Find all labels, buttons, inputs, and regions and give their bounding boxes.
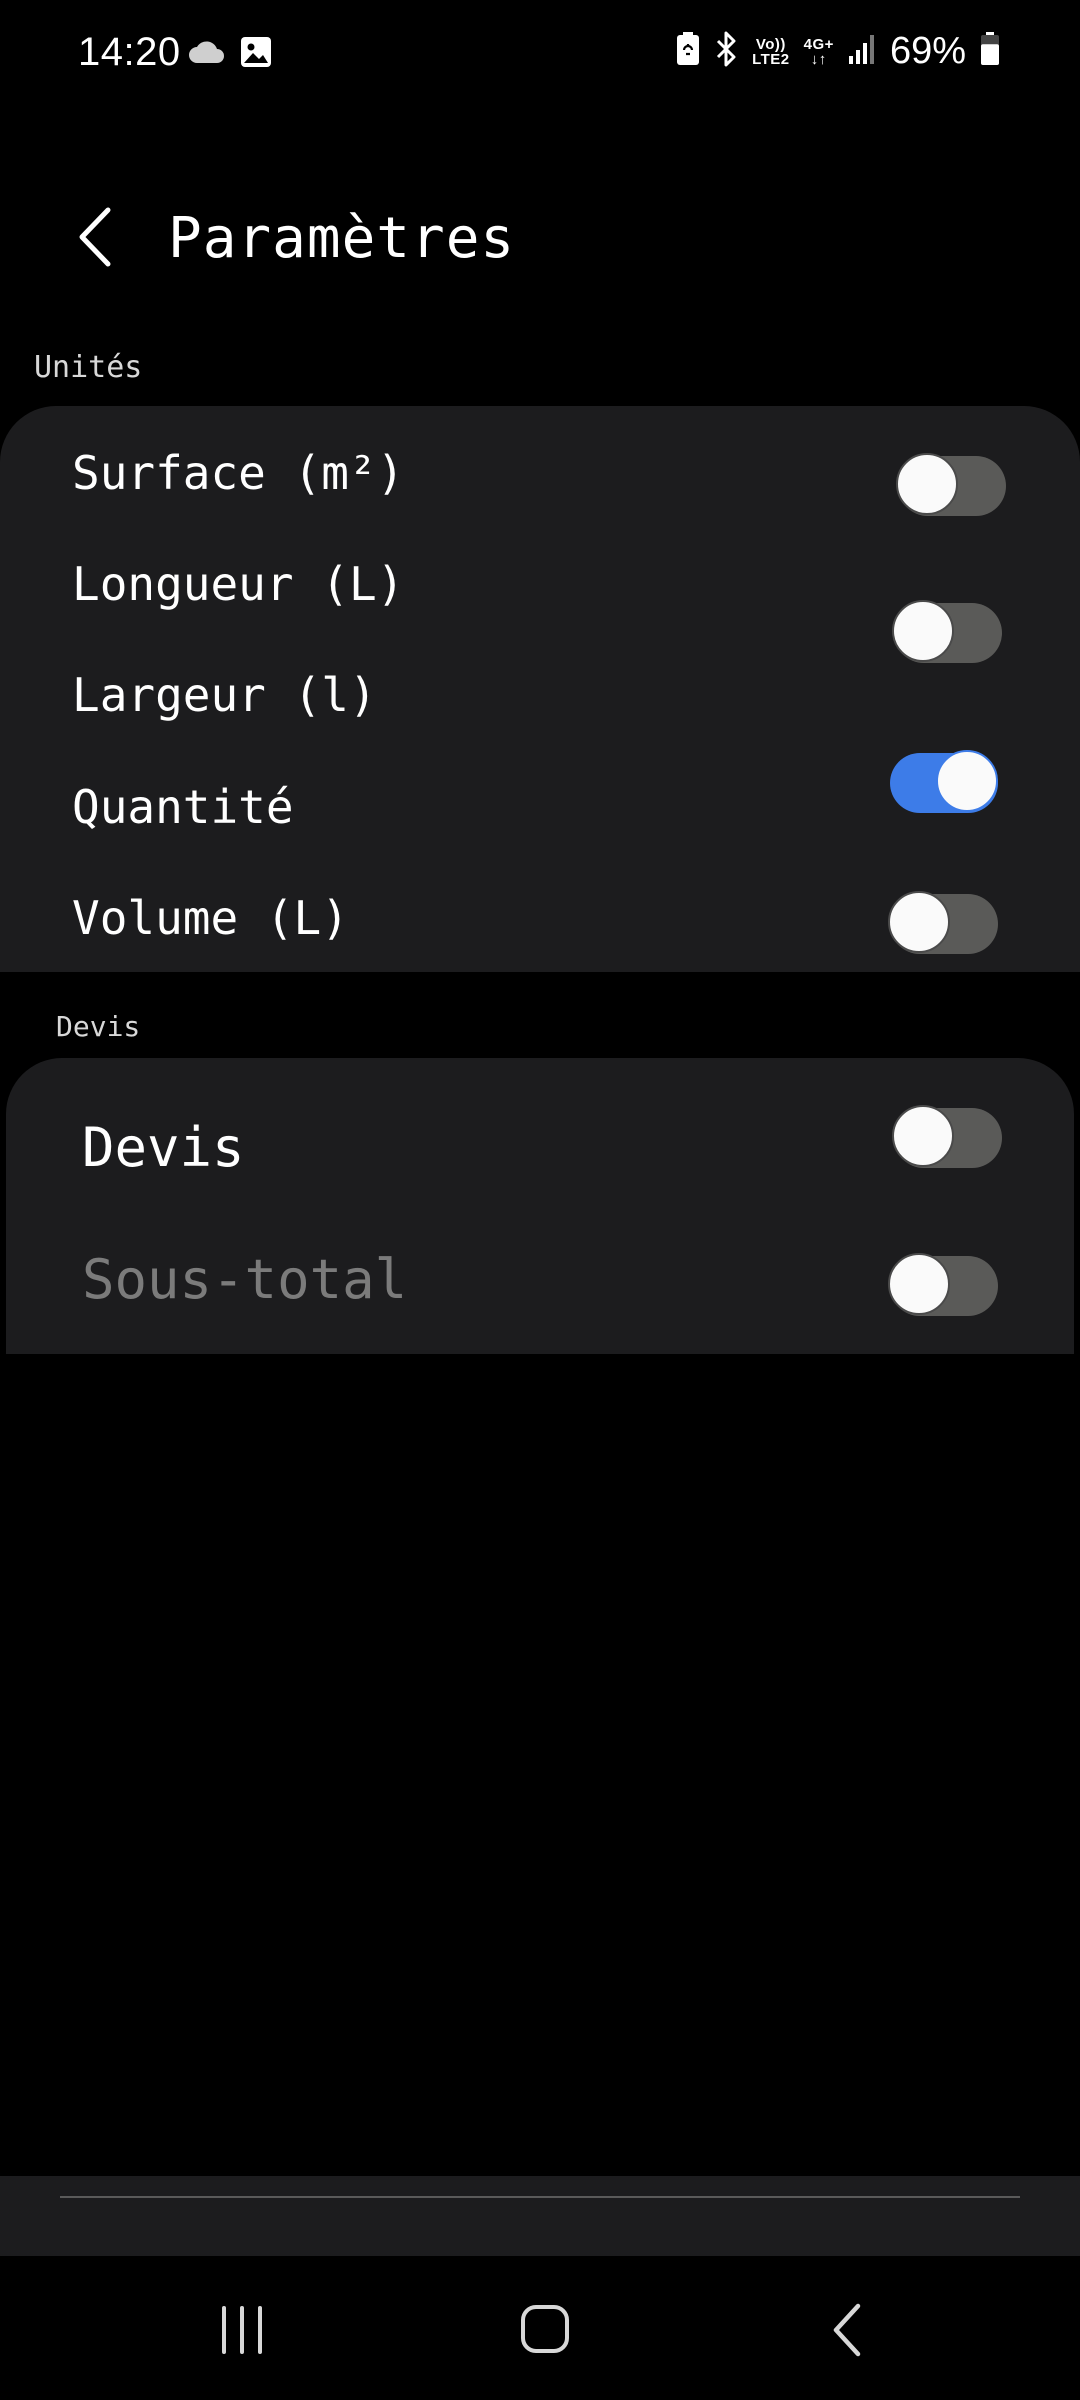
status-time: 14:20 — [78, 30, 181, 74]
page-title: Paramètres — [168, 206, 516, 271]
toggle-thumb — [892, 1105, 954, 1167]
status-bar: 14:20 Vo)) LTE2 4G+ ↓↑ 69% — [0, 0, 1080, 110]
setting-volume-label: Volume (L) — [72, 891, 349, 945]
section-label-units: Unités — [34, 350, 143, 385]
chevron-left-icon — [79, 207, 111, 267]
home-button[interactable] — [505, 2300, 585, 2360]
battery-percent: 69% — [889, 30, 966, 72]
system-nav-bar — [0, 2256, 1080, 2400]
nav-back-button[interactable] — [808, 2300, 888, 2360]
recents-button[interactable] — [204, 2300, 284, 2360]
battery-saver-icon — [676, 32, 700, 71]
app-header: Paramètres — [0, 180, 1080, 300]
volte-label: Vo)) — [755, 35, 786, 53]
bottom-panel — [0, 2176, 1080, 2256]
setting-sous-total-label: Sous-total — [82, 1248, 408, 1311]
signal-icon — [848, 34, 876, 69]
data-activity-icon: ↓↑ — [810, 50, 827, 68]
setting-devis-label: Devis — [82, 1116, 245, 1179]
status-notification-icons — [188, 36, 272, 72]
longueur-largeur-toggle[interactable] — [892, 600, 1002, 663]
cloud-icon — [188, 39, 226, 69]
status-system-icons: Vo)) LTE2 4G+ ↓↑ 69% — [676, 30, 1000, 73]
toggle-thumb — [896, 453, 958, 515]
section-label-devis: Devis — [56, 1010, 141, 1043]
toggle-thumb — [936, 750, 998, 812]
battery-icon — [980, 32, 1000, 71]
recents-icon — [222, 2306, 262, 2354]
setting-surface-label: Surface (m²) — [72, 446, 405, 500]
devis-toggle[interactable] — [892, 1105, 1002, 1168]
back-button[interactable] — [68, 202, 124, 272]
quantite-toggle[interactable] — [890, 750, 998, 813]
toggle-thumb — [888, 1253, 950, 1315]
back-icon — [833, 2303, 861, 2357]
volume-toggle[interactable] — [888, 891, 998, 954]
network-indicator: 4G+ ↓↑ — [804, 37, 834, 67]
gallery-icon — [240, 36, 272, 72]
divider — [60, 2196, 1020, 2198]
lte-label: LTE2 — [752, 50, 790, 68]
surface-toggle[interactable] — [896, 453, 1006, 516]
setting-largeur-label: Largeur (l) — [72, 668, 377, 722]
toggle-thumb — [892, 600, 954, 662]
volte-indicator: Vo)) LTE2 — [752, 37, 790, 67]
setting-longueur-label: Longueur (L) — [72, 557, 405, 611]
home-icon — [521, 2305, 569, 2353]
network-type-label: 4G+ — [803, 35, 834, 53]
setting-quantite-label: Quantité — [72, 780, 294, 834]
toggle-thumb — [888, 891, 950, 953]
bluetooth-icon — [714, 31, 738, 72]
sous-total-toggle[interactable] — [888, 1253, 998, 1316]
